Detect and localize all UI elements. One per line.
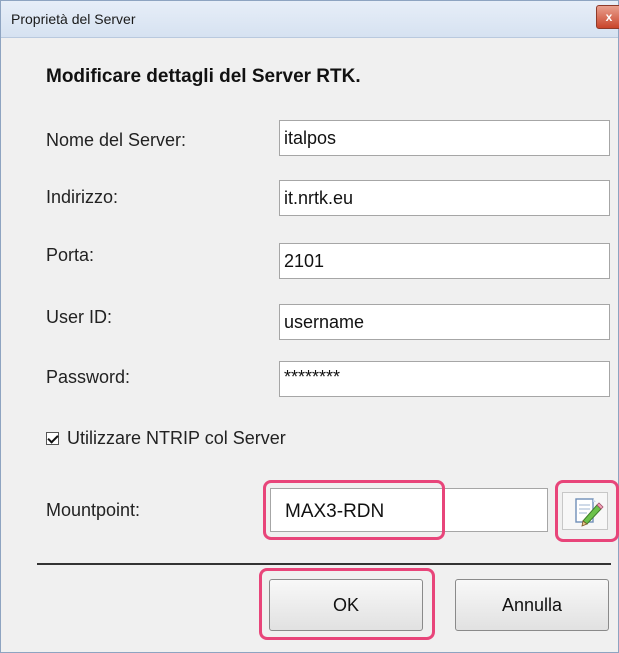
address-label: Indirizzo: bbox=[46, 187, 119, 207]
form-heading: Modificare dettagli del Server RTK. bbox=[46, 66, 361, 87]
user-id-label: User ID: bbox=[46, 307, 113, 327]
server-name-label: Nome del Server: bbox=[46, 130, 187, 150]
mountpoint-highlight bbox=[263, 480, 445, 540]
mountpoint-label: Mountpoint: bbox=[46, 500, 141, 520]
window-title: Proprietà del Server bbox=[11, 11, 136, 27]
ntrip-checkbox-label: Utilizzare NTRIP col Server bbox=[67, 428, 286, 448]
user-id-field[interactable]: username bbox=[279, 304, 610, 340]
ntrip-checkbox-row[interactable]: Utilizzare NTRIP col Server bbox=[46, 428, 286, 449]
port-label: Porta: bbox=[46, 245, 95, 265]
divider bbox=[37, 563, 611, 565]
edit-button-highlight bbox=[555, 480, 619, 542]
title-bar: Proprietà del Server x bbox=[1, 1, 619, 38]
port-field[interactable]: 2101 bbox=[279, 243, 610, 279]
ok-button-highlight bbox=[259, 568, 435, 640]
password-label: Password: bbox=[46, 367, 131, 387]
server-name-field[interactable]: italpos bbox=[279, 120, 610, 156]
ntrip-checkbox[interactable] bbox=[46, 432, 59, 445]
close-button[interactable]: x bbox=[596, 5, 619, 29]
cancel-button[interactable]: Annulla bbox=[455, 579, 609, 631]
address-field[interactable]: it.nrtk.eu bbox=[279, 180, 610, 216]
password-field[interactable]: ******** bbox=[279, 361, 610, 397]
